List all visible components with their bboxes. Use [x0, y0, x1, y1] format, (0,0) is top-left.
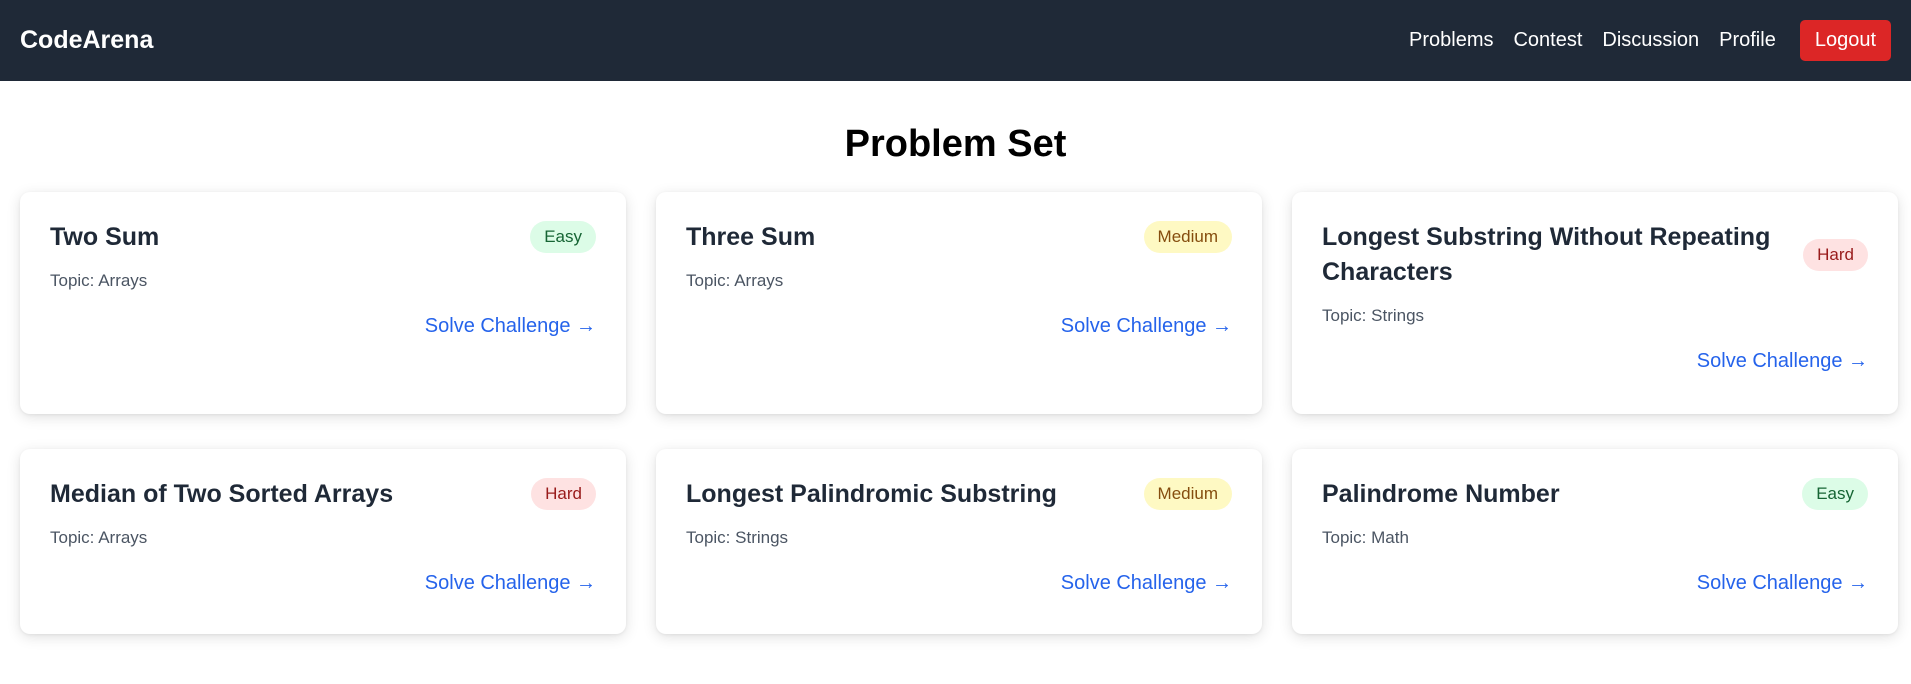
solve-challenge-link[interactable]: Solve Challenge →: [1061, 315, 1232, 337]
problem-title: Median of Two Sorted Arrays: [50, 479, 394, 508]
nav-links: Problems Contest Discussion Profile Logo…: [1409, 20, 1891, 61]
problem-title: Two Sum: [50, 222, 160, 251]
nav-link-profile[interactable]: Profile: [1719, 29, 1776, 52]
problem-card: Longest Substring Without Repeating Char…: [1292, 191, 1898, 414]
card-header: Two Sum Easy: [50, 220, 596, 255]
navbar: CodeArena Problems Contest Discussion Pr…: [0, 0, 1911, 81]
problem-card: Three Sum Medium Topic: Arrays Solve Cha…: [656, 191, 1262, 414]
solve-challenge-link[interactable]: Solve Challenge →: [1061, 572, 1232, 594]
nav-link-contest[interactable]: Contest: [1513, 29, 1582, 52]
problem-topic: Topic: Arrays: [686, 270, 784, 290]
problem-card: Palindrome Number Easy Topic: Math Solve…: [1292, 448, 1898, 634]
solve-challenge-link[interactable]: Solve Challenge →: [1697, 572, 1868, 594]
difficulty-badge: Easy: [1802, 478, 1868, 511]
nav-link-problems[interactable]: Problems: [1409, 29, 1493, 52]
problem-topic: Topic: Arrays: [50, 527, 148, 547]
problem-card: Median of Two Sorted Arrays Hard Topic: …: [20, 448, 626, 634]
card-header: Longest Palindromic Substring Medium: [686, 477, 1232, 512]
difficulty-badge: Medium: [1143, 478, 1232, 511]
card-header: Three Sum Medium: [686, 220, 1232, 255]
difficulty-badge: Hard: [1803, 238, 1868, 271]
solve-challenge-link[interactable]: Solve Challenge →: [1697, 350, 1868, 372]
brand-logo[interactable]: CodeArena: [20, 26, 153, 55]
card-header: Longest Substring Without Repeating Char…: [1322, 220, 1868, 290]
problem-card: Longest Palindromic Substring Medium Top…: [656, 448, 1262, 634]
page-title: Problem Set: [844, 123, 1067, 165]
problem-title: Palindrome Number: [1322, 479, 1560, 508]
problem-topic: Topic: Strings: [686, 527, 789, 547]
problem-topic: Topic: Arrays: [50, 270, 148, 290]
solve-challenge-link[interactable]: Solve Challenge →: [425, 572, 596, 594]
solve-challenge-link[interactable]: Solve Challenge →: [425, 315, 596, 337]
difficulty-badge: Hard: [531, 478, 596, 511]
difficulty-badge: Easy: [530, 221, 596, 254]
problem-topic: Topic: Math: [1322, 527, 1409, 547]
problem-topic: Topic: Strings: [1322, 305, 1425, 325]
problem-title: Longest Palindromic Substring: [686, 479, 1057, 508]
problem-title: Three Sum: [686, 222, 816, 251]
difficulty-badge: Medium: [1143, 221, 1232, 254]
problem-title: Longest Substring Without Repeating Char…: [1322, 222, 1771, 286]
logout-button[interactable]: Logout: [1799, 20, 1891, 61]
problem-grid: Two Sum Easy Topic: Arrays Solve Challen…: [0, 191, 1911, 634]
nav-link-discussion[interactable]: Discussion: [1602, 29, 1699, 52]
problem-card: Two Sum Easy Topic: Arrays Solve Challen…: [20, 191, 626, 414]
card-header: Palindrome Number Easy: [1322, 477, 1868, 512]
card-header: Median of Two Sorted Arrays Hard: [50, 477, 596, 512]
